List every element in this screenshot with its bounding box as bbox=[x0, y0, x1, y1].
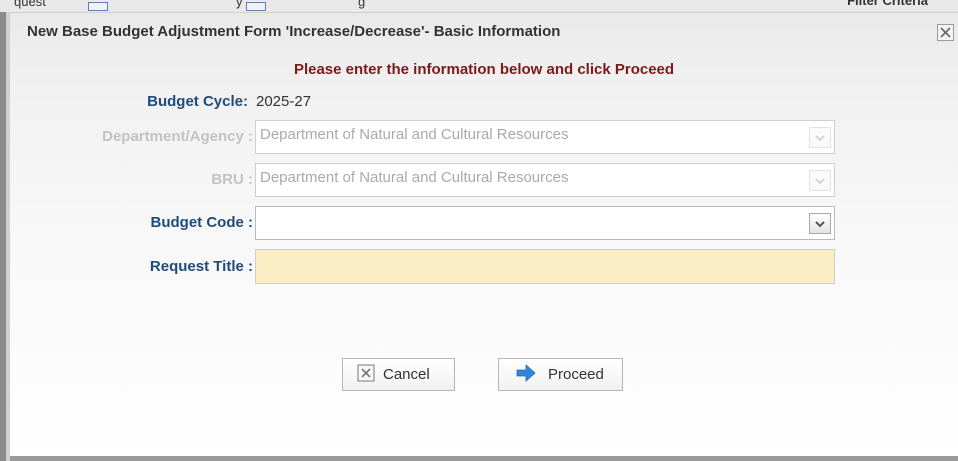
background-text-mid: y bbox=[236, 0, 243, 9]
chevron-down-icon bbox=[815, 178, 825, 185]
background-checkbox bbox=[88, 2, 108, 11]
basic-information-dialog: New Base Budget Adjustment Form 'Increas… bbox=[10, 12, 958, 458]
background-text-left: quest bbox=[14, 0, 46, 9]
budget-code-select[interactable] bbox=[255, 206, 835, 240]
instruction-text: Please enter the information below and c… bbox=[293, 61, 675, 78]
department-agency-select: Department of Natural and Cultural Resou… bbox=[255, 120, 835, 154]
proceed-button-label: Proceed bbox=[548, 366, 604, 383]
dialog-bottom-border bbox=[10, 456, 958, 461]
arrow-right-icon bbox=[516, 363, 536, 386]
department-agency-value: Department of Natural and Cultural Resou… bbox=[260, 126, 569, 143]
request-title-input[interactable] bbox=[255, 249, 835, 284]
background-checkbox bbox=[246, 2, 266, 11]
budget-cycle-value: 2025-27 bbox=[256, 93, 312, 110]
budget-cycle-label: Budget Cycle bbox=[147, 93, 243, 110]
request-title-label: Request Title : bbox=[149, 258, 253, 275]
background-text-mid2: g bbox=[358, 0, 366, 9]
bru-label: BRU : bbox=[211, 171, 253, 188]
proceed-button[interactable]: Proceed bbox=[498, 358, 623, 391]
department-agency-dropdown-button bbox=[809, 127, 831, 148]
chevron-down-icon bbox=[815, 135, 825, 142]
close-icon bbox=[940, 27, 951, 38]
close-button[interactable] bbox=[937, 24, 954, 41]
chevron-down-icon bbox=[815, 221, 825, 228]
background-filter-criteria: Filter Criteria bbox=[847, 0, 928, 8]
x-box-icon bbox=[357, 363, 375, 386]
page: quest y g Filter Criteria New Base Budge… bbox=[0, 0, 958, 461]
department-agency-label: Department/Agency : bbox=[102, 128, 253, 145]
bru-select: Department of Natural and Cultural Resou… bbox=[255, 163, 835, 197]
budget-cycle-separator: : bbox=[243, 93, 248, 110]
dialog-title: New Base Budget Adjustment Form 'Increas… bbox=[27, 23, 561, 40]
cancel-button-label: Cancel bbox=[383, 366, 430, 383]
budget-code-dropdown-button[interactable] bbox=[809, 213, 831, 234]
bru-dropdown-button bbox=[809, 170, 831, 191]
cancel-button[interactable]: Cancel bbox=[342, 358, 455, 391]
budget-cycle-label-text: Budget Cycle bbox=[147, 93, 243, 110]
bru-value: Department of Natural and Cultural Resou… bbox=[260, 169, 569, 186]
budget-code-label: Budget Code : bbox=[150, 214, 254, 231]
